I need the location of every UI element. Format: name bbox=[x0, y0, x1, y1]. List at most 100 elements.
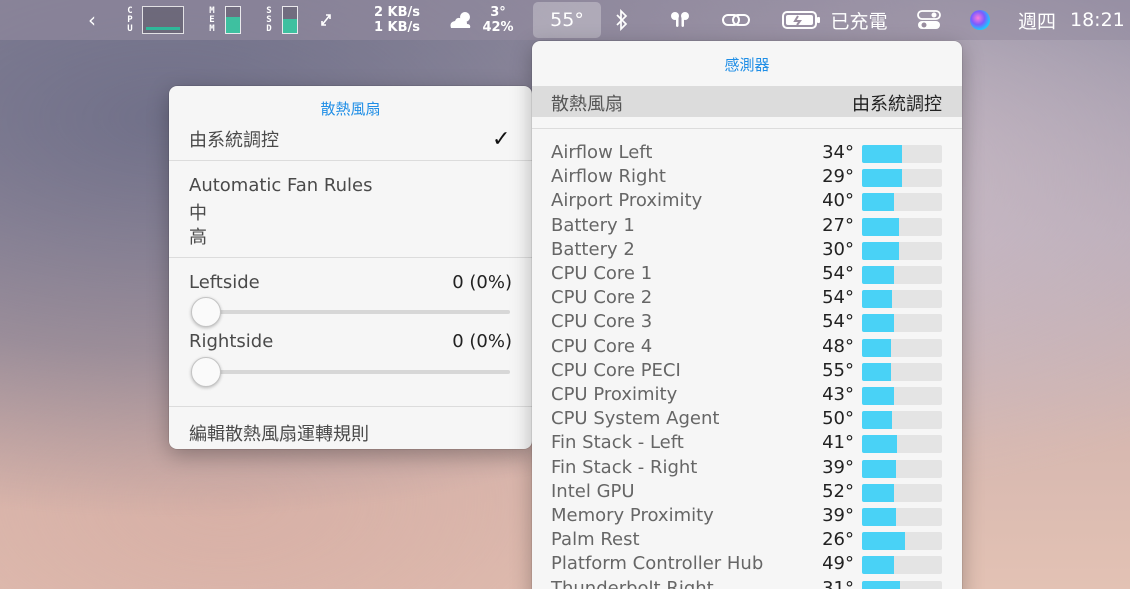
sensor-name: Fin Stack - Right bbox=[551, 456, 698, 478]
divider bbox=[169, 406, 532, 407]
sensor-temperature: 26° bbox=[822, 529, 854, 551]
sensor-row: Palm Rest 26° bbox=[532, 529, 962, 553]
sensor-name: CPU Core PECI bbox=[551, 359, 681, 381]
battery-charging-icon[interactable] bbox=[780, 0, 824, 40]
sensor-temperature: 50° bbox=[822, 408, 854, 430]
sensor-name: Airport Proximity bbox=[551, 190, 703, 212]
sensor-level-bar bbox=[862, 193, 942, 212]
sensor-level-fill bbox=[862, 483, 894, 502]
chevron-left-icon[interactable]: ‹ bbox=[82, 0, 102, 40]
sensor-row: Intel GPU 52° bbox=[532, 481, 962, 505]
sensor-level-bar bbox=[862, 145, 942, 163]
control-center-icon[interactable] bbox=[914, 0, 944, 40]
sensor-level-bar bbox=[862, 556, 942, 575]
sensor-temperature: 31° bbox=[822, 577, 854, 589]
sensor-level-fill bbox=[862, 532, 906, 551]
sensor-level-fill bbox=[862, 387, 894, 405]
sensor-level-fill bbox=[862, 314, 894, 333]
sensor-row: Platform Controller Hub 49° bbox=[532, 553, 962, 577]
rightside-fan-slider[interactable] bbox=[207, 370, 510, 374]
sensor-row: Airflow Right 29° bbox=[532, 166, 962, 190]
sensor-level-fill bbox=[862, 169, 902, 188]
sensor-temperature: 48° bbox=[822, 335, 854, 357]
day-of-week[interactable]: 週四 bbox=[1014, 0, 1060, 40]
weather-humidity: 42% bbox=[482, 20, 514, 35]
checkmark-icon: ✓ bbox=[492, 127, 511, 152]
sensor-row: CPU Core 1 54° bbox=[532, 263, 962, 287]
sensor-name: Battery 1 bbox=[551, 214, 635, 236]
sensor-level-bar bbox=[862, 241, 942, 260]
sensor-row: Battery 2 30° bbox=[532, 239, 962, 263]
sensor-level-fill bbox=[862, 290, 893, 309]
sensor-row: Memory Proximity 39° bbox=[532, 505, 962, 529]
edit-fan-rules-button[interactable]: 編輯散熱風扇運轉規則 bbox=[189, 420, 369, 446]
sensor-name: Battery 2 bbox=[551, 238, 635, 260]
expand-arrows-icon[interactable] bbox=[316, 0, 336, 40]
divider bbox=[532, 128, 962, 129]
sensor-temperature: 55° bbox=[822, 359, 854, 381]
fan-panel-title: 散熱風扇 bbox=[320, 100, 381, 118]
clock[interactable]: 18:21 bbox=[1070, 0, 1130, 40]
sensor-level-bar bbox=[862, 362, 942, 381]
divider bbox=[169, 160, 532, 161]
weather-readout[interactable]: 3° 42% bbox=[478, 0, 518, 40]
rule-high[interactable]: 高 bbox=[189, 223, 207, 249]
sensor-row: CPU Proximity 43° bbox=[532, 384, 962, 408]
sensor-row: CPU Core PECI 55° bbox=[532, 360, 962, 384]
ssd-usage-bar[interactable] bbox=[282, 6, 298, 34]
sensor-temperature: 54° bbox=[822, 287, 854, 309]
fan-value-rightside: 0 (0%) bbox=[452, 331, 512, 352]
rule-medium[interactable]: 中 bbox=[189, 199, 207, 225]
sensor-name: Airflow Right bbox=[551, 166, 666, 188]
sensor-level-bar bbox=[862, 435, 942, 454]
sensor-level-fill bbox=[862, 459, 896, 478]
sensor-row: Fin Stack - Left 41° bbox=[532, 432, 962, 456]
sensors-panel-title: 感測器 bbox=[724, 56, 770, 74]
menu-bar: ‹ C P U M E M S S D 2 KB/s 1 KB/s 3° 42%… bbox=[0, 0, 1130, 40]
leftside-fan-slider[interactable] bbox=[207, 310, 510, 314]
divider bbox=[169, 257, 532, 258]
sensor-temperature: 54° bbox=[822, 263, 854, 284]
cpu-graph[interactable] bbox=[142, 6, 184, 34]
sensor-level-fill bbox=[862, 217, 899, 236]
sensor-name: CPU System Agent bbox=[551, 408, 720, 430]
memory-usage-bar[interactable] bbox=[225, 6, 241, 34]
cpu-temp-button[interactable]: 55° bbox=[533, 2, 601, 38]
fan-name-leftside: Leftside bbox=[189, 272, 260, 293]
rightside-fan-slider-knob[interactable] bbox=[191, 357, 221, 387]
siri-icon[interactable] bbox=[968, 0, 992, 40]
sensor-level-fill bbox=[862, 411, 893, 430]
cpu-label: C P U bbox=[127, 5, 133, 34]
fan-mode-value: 由系統調控 bbox=[852, 94, 942, 115]
sensor-temperature: 34° bbox=[822, 142, 854, 163]
sensor-name: Palm Rest bbox=[551, 529, 640, 551]
sensor-temperature: 49° bbox=[822, 553, 854, 575]
leftside-fan-slider-knob[interactable] bbox=[191, 297, 221, 327]
sensor-name: CPU Core 4 bbox=[551, 335, 653, 357]
sensor-row: Thunderbolt Right 31° bbox=[532, 578, 962, 589]
sensor-row: CPU Core 3 54° bbox=[532, 311, 962, 335]
sensor-row: Airport Proximity 40° bbox=[532, 190, 962, 214]
airpods-icon[interactable] bbox=[664, 0, 696, 40]
system-control-option[interactable]: 由系統調控 bbox=[189, 126, 279, 152]
sensor-temperature: 30° bbox=[822, 238, 854, 260]
fan-name-rightside: Rightside bbox=[189, 331, 274, 352]
sensor-name: CPU Proximity bbox=[551, 384, 678, 405]
sensor-level-bar bbox=[862, 217, 942, 236]
mem-label: M E M bbox=[209, 5, 215, 34]
sensor-level-fill bbox=[862, 580, 901, 589]
sensor-name: Intel GPU bbox=[551, 480, 635, 502]
sensor-row: Battery 1 27° bbox=[532, 215, 962, 239]
fan-mode-label: 散熱風扇 bbox=[551, 94, 623, 115]
sensor-level-bar bbox=[862, 290, 942, 309]
rule-automatic-fan-rules[interactable]: Automatic Fan Rules bbox=[189, 175, 372, 196]
sensor-name: CPU Core 3 bbox=[551, 311, 653, 333]
ssd-label: S S D bbox=[266, 5, 272, 34]
sensor-level-bar bbox=[862, 508, 942, 526]
battery-status-text[interactable]: 已充電 bbox=[826, 0, 892, 40]
network-speed[interactable]: 2 KB/s 1 KB/s bbox=[362, 0, 432, 40]
bluetooth-icon[interactable] bbox=[610, 0, 634, 40]
partly-cloudy-icon[interactable] bbox=[444, 0, 478, 40]
link-icon[interactable] bbox=[719, 0, 753, 40]
fan-mode-row[interactable]: 散熱風扇 由系統調控 bbox=[532, 86, 962, 117]
